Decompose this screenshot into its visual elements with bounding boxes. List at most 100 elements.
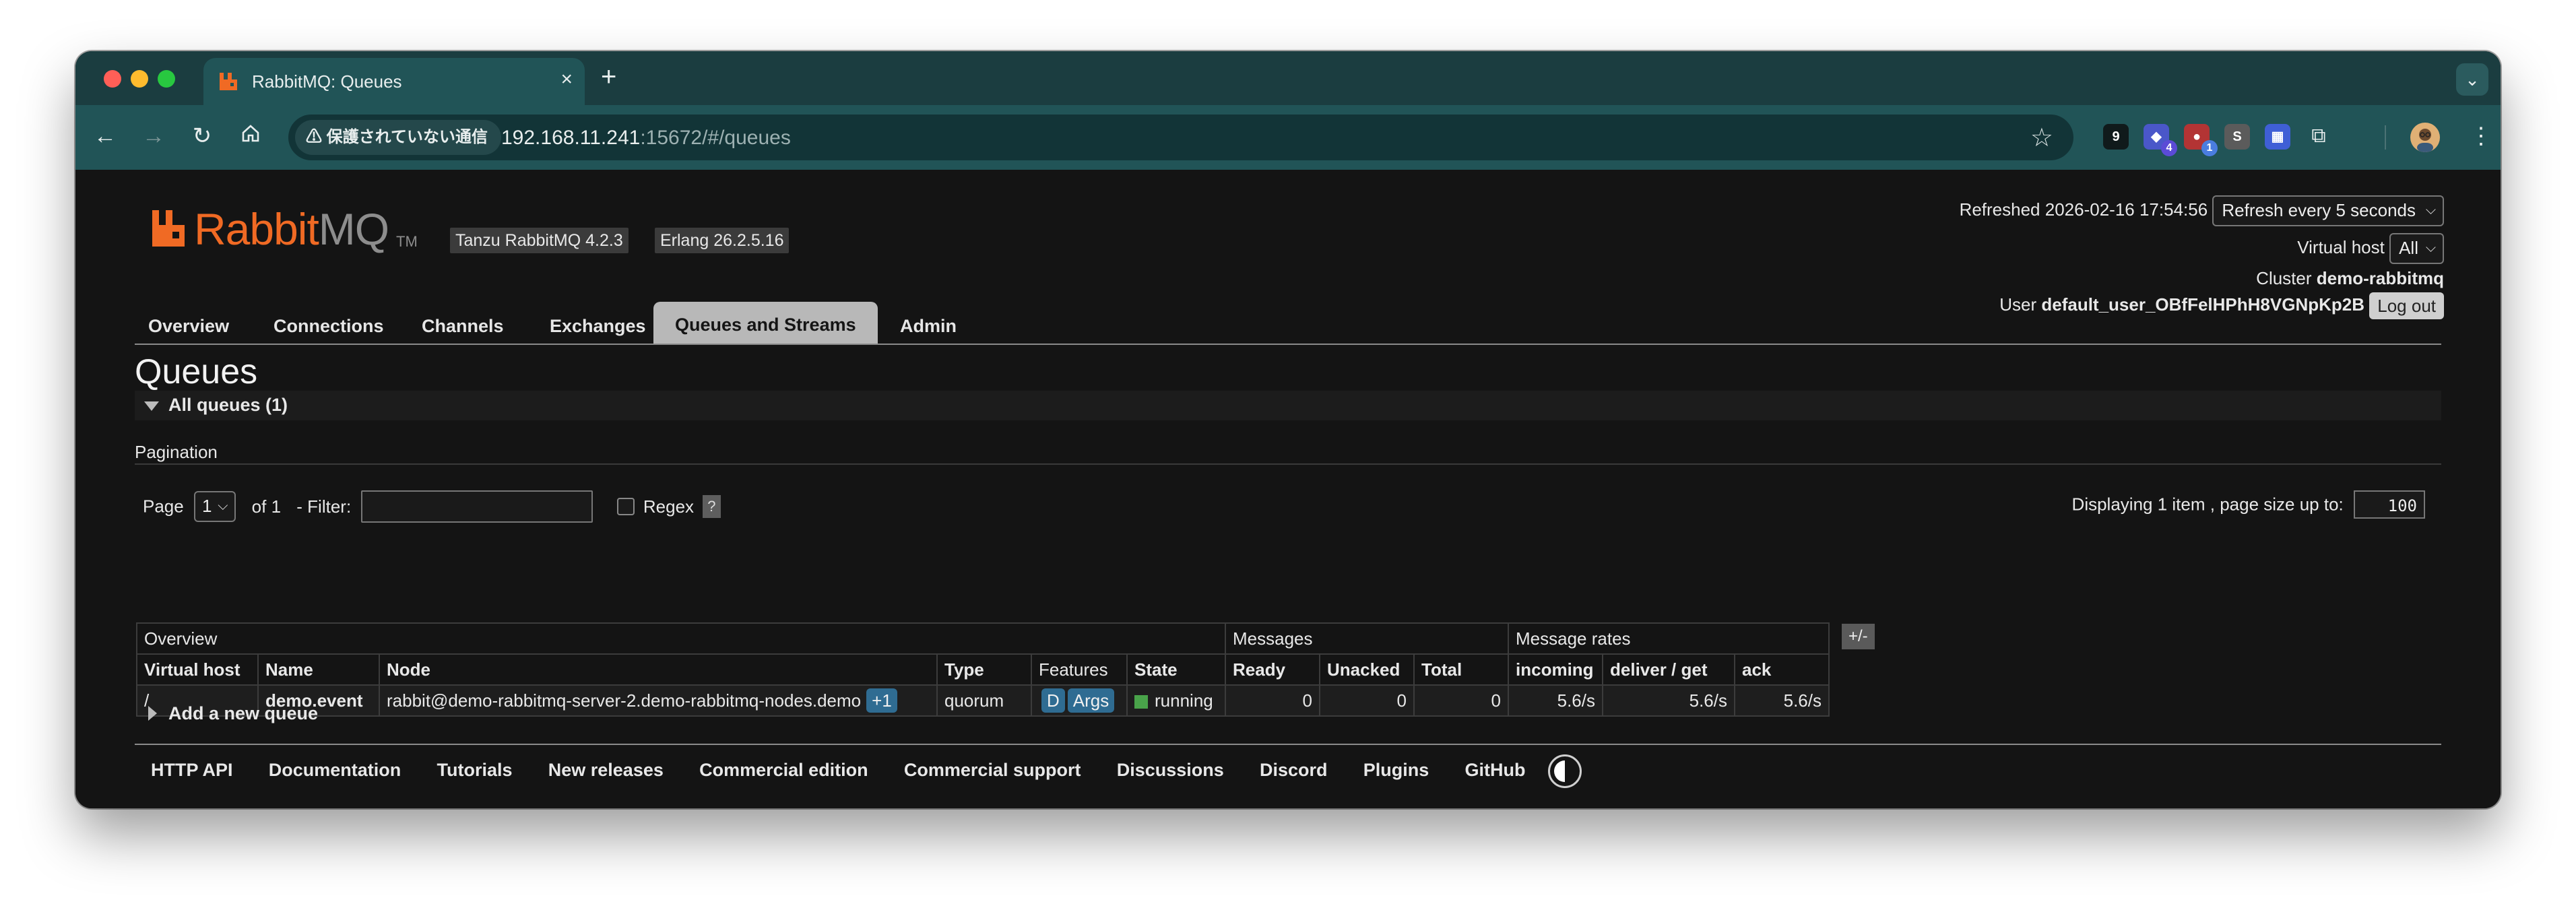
extension-4-icon[interactable]: S: [2224, 124, 2250, 150]
footer-link-discord[interactable]: Discord: [1260, 753, 1328, 787]
tab-search-icon[interactable]: ⌄: [2456, 63, 2488, 96]
footer-divider: [135, 744, 2441, 745]
rabbitmq-logo-icon: [152, 210, 185, 247]
footer-link-tutorials[interactable]: Tutorials: [437, 753, 513, 787]
tab-connections[interactable]: Connections: [260, 309, 397, 344]
cell-type: quorum: [936, 684, 1032, 717]
zoom-window-button[interactable]: [158, 70, 175, 88]
refresh-row: Refreshed 2026-02-16 17:54:56 Refresh ev…: [1960, 195, 2444, 226]
footer-link-documentation[interactable]: Documentation: [269, 753, 401, 787]
page-select[interactable]: 1 ⌵: [193, 491, 236, 522]
browser-window: RabbitMQ: Queues × + ⌄ ← → ↻ ⚠ 保護されていない通…: [75, 51, 2501, 808]
page-size-input[interactable]: 100: [2354, 490, 2425, 519]
col-total[interactable]: Total: [1413, 653, 1509, 686]
all-queues-section-toggle[interactable]: All queues (1): [135, 391, 2441, 420]
warning-icon: ⚠: [306, 128, 322, 146]
col-ready[interactable]: Ready: [1225, 653, 1320, 686]
col-virtual-host[interactable]: Virtual host: [136, 653, 259, 686]
col-unacked[interactable]: Unacked: [1319, 653, 1415, 686]
extension-1-icon[interactable]: 9: [2103, 124, 2129, 150]
reload-icon[interactable]: ↻: [189, 123, 216, 150]
logout-button[interactable]: Log out: [2369, 292, 2444, 319]
group-messages: Messages: [1225, 622, 1509, 655]
add-queue-label: Add a new queue: [168, 703, 319, 723]
footer-link-plugins[interactable]: Plugins: [1363, 753, 1429, 787]
footer-link-github[interactable]: GitHub: [1465, 753, 1526, 787]
col-name[interactable]: Name: [257, 653, 380, 686]
node-extra-badge[interactable]: +1: [866, 688, 897, 713]
extension-3-badge: 1: [2201, 140, 2218, 156]
cell-features: D Args: [1031, 684, 1128, 717]
triangle-right-icon: [148, 706, 157, 721]
browser-tab-active[interactable]: RabbitMQ: Queues ×: [203, 58, 585, 105]
page-title: Queues: [135, 352, 258, 391]
filter-label: - Filter:: [296, 496, 352, 517]
node-name: rabbit@demo-rabbitmq-server-2.demo-rabbi…: [387, 690, 862, 711]
col-incoming[interactable]: incoming: [1508, 653, 1603, 686]
minimize-window-button[interactable]: [131, 70, 148, 88]
footer-link-http-api[interactable]: HTTP API: [151, 753, 233, 787]
tab-queues-and-streams[interactable]: Queues and Streams: [653, 302, 878, 344]
security-chip[interactable]: ⚠ 保護されていない通信: [295, 120, 501, 155]
vhost-select[interactable]: All ⌵: [2389, 233, 2444, 264]
tab-channels[interactable]: Channels: [408, 309, 517, 344]
footer-link-commercial-support[interactable]: Commercial support: [904, 753, 1081, 787]
triangle-down-icon: [144, 401, 159, 411]
regex-checkbox[interactable]: [616, 498, 635, 515]
of-pages-label: of 1: [251, 496, 282, 517]
column-options-button[interactable]: +/-: [1842, 624, 1875, 649]
chevron-down-icon: ⌵: [218, 498, 228, 513]
url-host: 192.168.11.241: [501, 127, 641, 149]
back-icon[interactable]: ←: [92, 123, 119, 150]
tab-close-icon[interactable]: ×: [560, 69, 573, 90]
home-icon[interactable]: [237, 123, 264, 150]
tab-admin[interactable]: Admin: [887, 309, 970, 344]
vhost-label: Virtual host: [2297, 236, 2385, 257]
feature-args-badge: Args: [1067, 688, 1115, 713]
extension-2-badge: 4: [2161, 140, 2177, 156]
profile-avatar[interactable]: [2410, 123, 2440, 152]
forward-icon[interactable]: →: [140, 123, 167, 150]
state-running-icon: [1134, 694, 1148, 709]
footer-link-commercial-edition[interactable]: Commercial edition: [699, 753, 868, 787]
bookmark-star-icon[interactable]: ☆: [2030, 123, 2053, 153]
footer-link-new-releases[interactable]: New releases: [548, 753, 664, 787]
cell-total: 0: [1413, 684, 1509, 717]
filter-input[interactable]: [361, 490, 593, 523]
all-queues-title: All queues (1): [168, 395, 288, 415]
logo-tm: TM: [396, 233, 418, 250]
refreshed-timestamp: Refreshed 2026-02-16 17:54:56: [1959, 199, 2208, 220]
url-text[interactable]: 192.168.11.241:15672/#/queues: [501, 127, 791, 150]
footer-link-discussions[interactable]: Discussions: [1117, 753, 1224, 787]
extension-5-icon[interactable]: ▦: [2265, 124, 2290, 150]
user-row: User default_user_OBfFelHPhH8VGNpKp2B Lo…: [1999, 292, 2444, 319]
close-window-button[interactable]: [104, 70, 121, 88]
regex-help-button[interactable]: ?: [703, 495, 721, 518]
cluster-label: Cluster: [2256, 268, 2312, 288]
tab-strip: RabbitMQ: Queues × + ⌄: [75, 51, 2501, 105]
col-state[interactable]: State: [1126, 653, 1226, 686]
col-deliver-get[interactable]: deliver / get: [1602, 653, 1735, 686]
browser-menu-icon[interactable]: ⋮: [2470, 123, 2492, 150]
col-type[interactable]: Type: [936, 653, 1032, 686]
extension-2-icon[interactable]: ◆ 4: [2144, 124, 2177, 156]
table-header-row: Virtual host Name Node Type Features Sta…: [136, 653, 1830, 686]
extension-3-icon[interactable]: ● 1: [2184, 124, 2218, 156]
tab-overview[interactable]: Overview: [135, 309, 243, 344]
queues-table: Overview Messages Message rates Virtual …: [136, 622, 1830, 717]
new-tab-icon[interactable]: +: [601, 63, 616, 90]
extensions-puzzle-icon[interactable]: ⧉: [2305, 123, 2332, 150]
tab-exchanges[interactable]: Exchanges: [536, 309, 659, 344]
pagination-label: Pagination: [135, 442, 218, 462]
refresh-interval-select[interactable]: Refresh every 5 seconds ⌵: [2212, 195, 2444, 226]
product-version-badge: Tanzu RabbitMQ 4.2.3: [450, 228, 629, 253]
toolbar-divider: [2385, 125, 2386, 150]
cell-deliver-get: 5.6/s: [1602, 684, 1735, 717]
col-node[interactable]: Node: [379, 653, 938, 686]
security-chip-label: 保護されていない通信: [326, 128, 488, 146]
col-ack[interactable]: ack: [1734, 653, 1830, 686]
theme-toggle-icon[interactable]: [1547, 754, 1582, 789]
chevron-down-icon: ⌵: [2425, 240, 2436, 255]
address-bar[interactable]: ⚠ 保護されていない通信 192.168.11.241:15672/#/queu…: [288, 115, 2073, 160]
rabbitmq-page: RabbitMQ TM Tanzu RabbitMQ 4.2.3 Erlang …: [75, 170, 2501, 808]
